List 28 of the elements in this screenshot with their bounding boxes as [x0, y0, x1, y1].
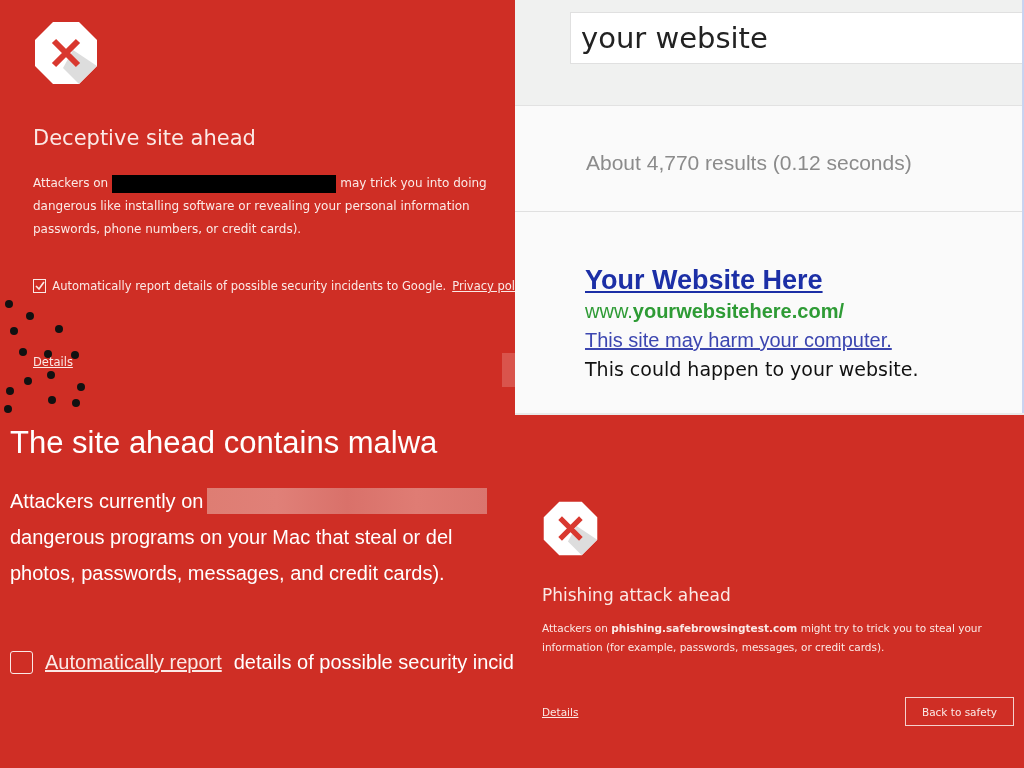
search-field[interactable]: your website — [570, 12, 1022, 64]
body-text: dangerous programs on your Mac that steal or del — [10, 525, 453, 550]
body-text: Attackers on — [33, 175, 109, 192]
body-text: passwords, phone numbers, or credit cards). — [33, 221, 302, 238]
details-link[interactable]: Details — [542, 705, 579, 718]
body-text: may trick you into doing — [340, 175, 487, 192]
warning-title: The site ahead contains malwa — [10, 425, 438, 461]
warning-title: Phishing attack ahead — [542, 585, 731, 605]
checkbox-label: Automatically report details of possible security incidents to Google. — [52, 279, 447, 293]
checkbox[interactable] — [33, 279, 47, 293]
warning-title: Deceptive site ahead — [33, 126, 256, 150]
body-text: dangerous like installing software or revealing your personal information — [33, 198, 470, 215]
malware-warning-link[interactable]: This site may harm your computer. — [585, 326, 892, 354]
checkbox-label: details of possible security incid — [233, 651, 514, 674]
privacy-link[interactable]: Privacy pol — [452, 279, 515, 293]
checkbox[interactable] — [10, 651, 33, 674]
body-text: photos, passwords, messages, and credit cards). — [10, 561, 445, 586]
body-text: Attackers on phishing.safebrowsingtest.com might try to trick you to steal your information (for example, passwords, messages, or credit cards). — [542, 621, 983, 655]
back-to-safety-button[interactable]: Back to safety — [905, 697, 1014, 726]
stop-sign-icon — [542, 500, 599, 557]
result-url: www.yourwebsitehere.com/ — [585, 299, 844, 324]
details-link[interactable]: Details — [33, 355, 73, 369]
stop-sign-icon — [33, 20, 99, 86]
body-text: Attackers currently on — [10, 489, 204, 514]
report-link[interactable]: Automatically report — [45, 651, 222, 674]
results-count: About 4,770 results (0.12 seconds) — [515, 106, 1022, 212]
result-title-link[interactable]: Your Website Here — [585, 264, 823, 296]
caption-text: This could happen to your website. — [585, 357, 919, 382]
